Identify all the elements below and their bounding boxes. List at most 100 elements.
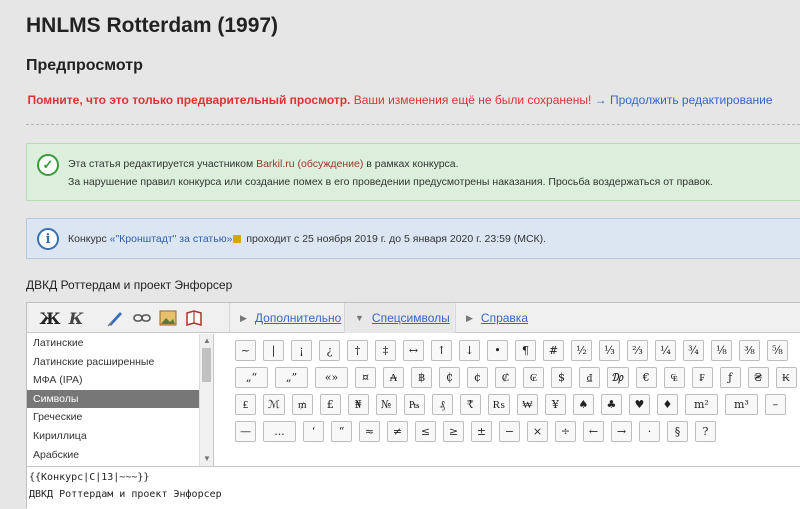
- user-talk-link[interactable]: (обсуждение): [295, 158, 364, 170]
- special-char-button[interactable]: ₳: [383, 367, 404, 388]
- special-char-button[interactable]: ₹: [459, 394, 481, 415]
- special-char-button[interactable]: •: [487, 340, 508, 361]
- special-char-button[interactable]: £: [319, 394, 341, 415]
- special-char-button[interactable]: ¿: [319, 340, 340, 361]
- special-char-button[interactable]: ≥: [443, 421, 464, 442]
- charlist-item-latin[interactable]: Латинские: [27, 334, 213, 353]
- special-char-button[interactable]: €: [635, 367, 657, 388]
- charlist-scrollbar[interactable]: ▲ ▼: [199, 334, 213, 466]
- special-char-button[interactable]: ƒ: [719, 367, 741, 388]
- special-char-button[interactable]: ←: [583, 421, 604, 442]
- special-char-button[interactable]: ₥: [291, 394, 313, 415]
- special-char-button[interactable]: «»: [315, 367, 348, 388]
- special-char-button[interactable]: ₧: [403, 394, 425, 415]
- special-char-button[interactable]: ℳ: [263, 394, 285, 415]
- special-char-button[interactable]: ÷: [555, 421, 576, 442]
- tab-help[interactable]: ▶ Справка: [455, 303, 555, 333]
- special-char-button[interactable]: ₦: [347, 394, 369, 415]
- special-char-button[interactable]: ¥: [544, 394, 566, 415]
- charlist-item-cyrillic[interactable]: Кириллица: [27, 427, 213, 446]
- contest-link[interactable]: «"Кронштадт" за статью»: [110, 233, 233, 245]
- special-char-button[interactable]: ₰: [431, 394, 453, 415]
- special-char-button[interactable]: ¢: [467, 367, 488, 388]
- special-char-button[interactable]: ½: [571, 340, 592, 361]
- special-char-button[interactable]: ×: [527, 421, 548, 442]
- special-char-button[interactable]: #: [543, 340, 564, 361]
- special-char-button[interactable]: ¶: [515, 340, 536, 361]
- reference-icon[interactable]: [183, 307, 205, 329]
- special-char-button[interactable]: ¡: [291, 340, 312, 361]
- special-char-button[interactable]: ↑: [431, 340, 452, 361]
- special-char-button[interactable]: ₫: [579, 367, 600, 388]
- scroll-up-icon[interactable]: ▲: [200, 334, 214, 348]
- special-char-button[interactable]: ↔: [403, 340, 424, 361]
- special-char-button[interactable]: ↓: [459, 340, 480, 361]
- special-char-button[interactable]: m²: [684, 394, 718, 415]
- special-char-button[interactable]: $: [551, 367, 572, 388]
- special-char-button[interactable]: −: [499, 421, 520, 442]
- special-char-button[interactable]: ₠: [663, 367, 685, 388]
- special-char-button[interactable]: ≠: [387, 421, 408, 442]
- special-char-button[interactable]: ⅓: [599, 340, 620, 361]
- tab-advanced[interactable]: ▶ Дополнительно: [229, 303, 342, 333]
- charlist-item-ipa[interactable]: МФА (IPA): [27, 371, 213, 390]
- special-char-button[interactable]: ⅛: [711, 340, 732, 361]
- special-char-button[interactable]: ‡: [375, 340, 396, 361]
- special-char-button[interactable]: ⅜: [739, 340, 760, 361]
- special-char-button[interactable]: „“: [235, 367, 268, 388]
- special-char-button[interactable]: ♥: [628, 394, 650, 415]
- special-char-button[interactable]: m³: [724, 394, 758, 415]
- scroll-down-icon[interactable]: ▼: [200, 452, 214, 466]
- special-char-button[interactable]: ₯: [607, 367, 629, 388]
- special-char-button[interactable]: §: [667, 421, 688, 442]
- special-char-button[interactable]: ₩: [516, 394, 538, 415]
- special-char-button[interactable]: ♣: [600, 394, 622, 415]
- special-char-button[interactable]: ±: [471, 421, 492, 442]
- special-char-button[interactable]: —: [235, 421, 256, 442]
- special-char-button[interactable]: ฿: [411, 367, 432, 388]
- special-char-button[interactable]: |: [263, 340, 284, 361]
- charlist-item-latin-extended[interactable]: Латинские расширенные: [27, 353, 213, 372]
- link-icon[interactable]: [131, 307, 153, 329]
- special-char-button[interactable]: →: [611, 421, 632, 442]
- special-char-button[interactable]: ₣: [691, 367, 713, 388]
- special-char-button[interactable]: ≤: [415, 421, 436, 442]
- special-char-button[interactable]: ₡: [495, 367, 516, 388]
- special-char-button[interactable]: „”: [275, 367, 308, 388]
- wikitext-textarea[interactable]: {{Конкурс|С|13|~~~}} ДВКД Роттердам и пр…: [27, 466, 800, 509]
- charlist-item-greek[interactable]: Греческие: [27, 408, 213, 427]
- special-char-button[interactable]: –: [764, 394, 786, 415]
- special-char-button[interactable]: ?: [695, 421, 716, 442]
- special-char-button[interactable]: ₭: [775, 367, 797, 388]
- bold-button[interactable]: Ж: [39, 307, 61, 329]
- special-char-button[interactable]: ⅔: [627, 340, 648, 361]
- special-char-button[interactable]: ‘: [303, 421, 324, 442]
- special-char-button[interactable]: ₴: [747, 367, 769, 388]
- special-char-button[interactable]: ¼: [655, 340, 676, 361]
- charlist-item-arabic[interactable]: Арабские: [27, 446, 213, 465]
- special-char-button[interactable]: №: [375, 394, 397, 415]
- image-icon[interactable]: [157, 307, 179, 329]
- special-char-button[interactable]: ~: [235, 340, 256, 361]
- special-char-button[interactable]: ¤: [355, 367, 376, 388]
- continue-editing-link[interactable]: → Продолжить редактирование: [591, 93, 773, 107]
- italic-button[interactable]: К: [65, 307, 87, 329]
- special-char-button[interactable]: ₨: [487, 394, 510, 415]
- special-char-button[interactable]: ¾: [683, 340, 704, 361]
- special-char-button[interactable]: “: [331, 421, 352, 442]
- signature-icon[interactable]: [105, 307, 127, 329]
- special-char-button[interactable]: ♠: [572, 394, 594, 415]
- scroll-thumb[interactable]: [202, 348, 211, 382]
- special-char-button[interactable]: ₢: [523, 367, 544, 388]
- tab-special-characters[interactable]: ▼ Спецсимволы: [344, 303, 454, 333]
- special-char-button[interactable]: ⅝: [767, 340, 788, 361]
- special-char-button[interactable]: ₵: [439, 367, 460, 388]
- special-char-button[interactable]: ·: [639, 421, 660, 442]
- charlist-item-symbols[interactable]: Символы: [27, 389, 213, 409]
- character-category-list[interactable]: Латинские Латинские расширенные МФА (IPA…: [27, 334, 214, 466]
- special-char-button[interactable]: †: [347, 340, 368, 361]
- special-char-button[interactable]: ≈: [359, 421, 380, 442]
- user-link[interactable]: Barkil.ru: [256, 158, 295, 170]
- special-char-button[interactable]: ₤: [235, 394, 256, 415]
- special-char-button[interactable]: ♦: [656, 394, 678, 415]
